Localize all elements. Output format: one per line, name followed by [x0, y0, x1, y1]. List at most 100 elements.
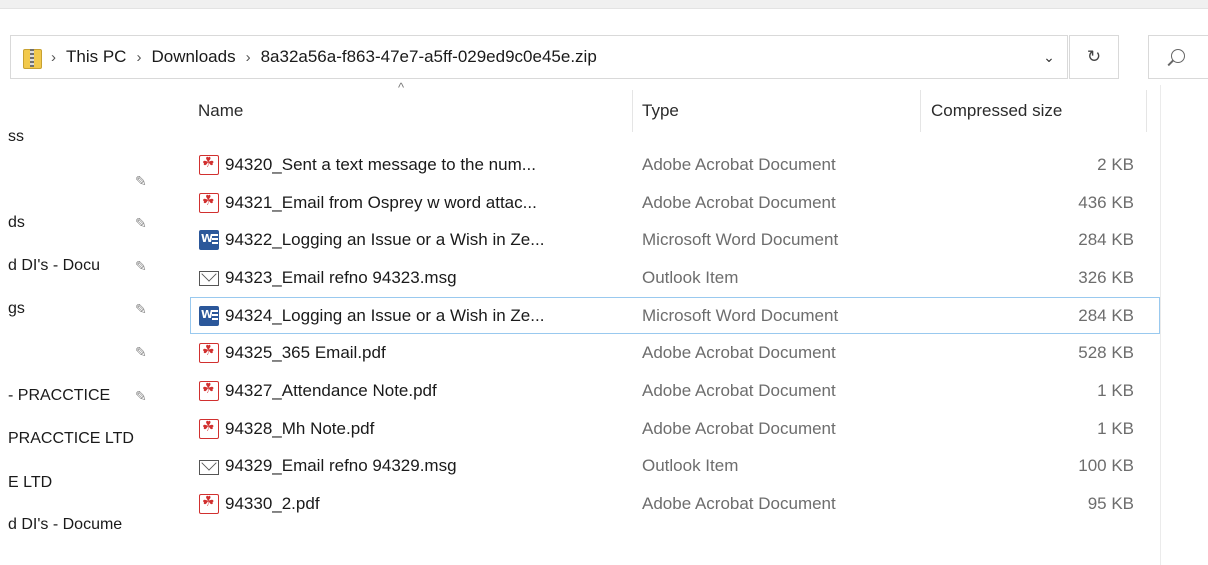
file-name: 94324_Logging an Issue or a Wish in Ze..…	[199, 298, 544, 334]
nav-item[interactable]: gs ✎	[0, 294, 170, 324]
file-type: Adobe Acrobat Document	[642, 154, 836, 174]
chevron-down-icon: ⌄	[1043, 48, 1055, 65]
nav-item[interactable]: PRACCTICE LTD	[0, 424, 170, 454]
zip-folder-icon	[23, 46, 42, 69]
column-divider[interactable]	[632, 90, 633, 132]
address-bar[interactable]: › This PC › Downloads › 8a32a56a-f863-47…	[10, 35, 1068, 79]
nav-item[interactable]: d DI's - Docume	[0, 510, 170, 540]
file-name-text: 94330_2.pdf	[225, 494, 320, 514]
file-name: 94321_Email from Osprey w word attac...	[199, 185, 537, 221]
file-row[interactable]: 94330_2.pdf Adobe Acrobat Document 95 KB	[190, 485, 1160, 523]
file-compressed-size: 1 KB	[1097, 380, 1134, 400]
pin-icon[interactable]: ✎	[135, 301, 147, 318]
breadcrumb-separator[interactable]: ›	[51, 49, 56, 66]
file-row[interactable]: 94328_Mh Note.pdf Adobe Acrobat Document 1…	[190, 410, 1160, 448]
column-divider[interactable]	[1146, 90, 1147, 132]
nav-item[interactable]: E LTD	[0, 468, 170, 498]
file-name-text: 94321_Email from Osprey w word attac...	[225, 192, 537, 212]
file-compressed-size: 284 KB	[1078, 230, 1134, 250]
pin-icon[interactable]: ✎	[135, 173, 147, 190]
file-type: Adobe Acrobat Document	[642, 343, 836, 363]
nav-item[interactable]: ss	[0, 122, 170, 152]
file-name-text: 94323_Email refno 94323.msg	[225, 267, 457, 287]
pdf-icon	[199, 380, 219, 401]
breadcrumb-separator[interactable]: ›	[136, 49, 141, 66]
pdf-icon	[199, 154, 219, 175]
file-name: 94322_Logging an Issue or a Wish in Ze..…	[199, 222, 544, 258]
window-top-edge	[0, 0, 1208, 9]
pin-icon[interactable]: ✎	[135, 258, 147, 275]
navigation-pane: ss ✎ ds ✎ d DI's - Docu ✎ gs ✎ ✎ - PRACCTIC…	[0, 90, 170, 565]
file-list: 94320_Sent a text message to the num... A…	[190, 146, 1160, 523]
file-name-text: 94329_Email refno 94329.msg	[225, 456, 457, 476]
file-row[interactable]: 94325_365 Email.pdf Adobe Acrobat Documen…	[190, 334, 1160, 372]
file-name: 94327_Attendance Note.pdf	[199, 373, 437, 409]
pdf-icon	[199, 342, 219, 364]
file-row[interactable]: 94323_Email refno 94323.msg Outlook Item 3…	[190, 259, 1160, 297]
pin-icon[interactable]: ✎	[135, 388, 147, 405]
address-history-button[interactable]: ⌄	[1030, 35, 1068, 79]
file-row[interactable]: 94322_Logging an Issue or a Wish in Ze..…	[190, 221, 1160, 259]
file-compressed-size: 100 KB	[1078, 456, 1134, 476]
file-row[interactable]: 94327_Attendance Note.pdf Adobe Acrobat D…	[190, 372, 1160, 410]
file-name: 94320_Sent a text message to the num...	[199, 147, 536, 183]
column-header-compressed-size[interactable]: Compressed size	[931, 92, 1141, 130]
column-divider[interactable]	[920, 90, 921, 132]
file-compressed-size: 2 KB	[1097, 154, 1134, 174]
file-row[interactable]: 94321_Email from Osprey w word attac... A…	[190, 184, 1160, 222]
file-name: 94328_Mh Note.pdf	[199, 411, 374, 447]
file-type: Outlook Item	[642, 456, 739, 476]
file-compressed-size: 436 KB	[1078, 192, 1134, 212]
file-row[interactable]: 94329_Email refno 94329.msg Outlook Item 1…	[190, 448, 1160, 486]
pin-icon[interactable]: ✎	[135, 344, 147, 361]
breadcrumb-downloads[interactable]: Downloads	[151, 47, 235, 67]
breadcrumb-separator[interactable]: ›	[246, 49, 251, 66]
pdf-icon	[199, 192, 219, 213]
nav-item[interactable]: - PRACCTICE ✎	[0, 381, 170, 411]
file-name-text: 94324_Logging an Issue or a Wish in Ze..…	[225, 305, 545, 325]
pane-divider	[1160, 85, 1161, 565]
file-name: 94330_2.pdf	[199, 486, 320, 522]
nav-item[interactable]: ds ✎	[0, 208, 170, 238]
file-name-text: 94325_365 Email.pdf	[225, 343, 386, 363]
column-header-name[interactable]: Name	[198, 92, 628, 130]
column-header-type[interactable]: Type	[642, 92, 912, 130]
file-name: 94325_365 Email.pdf	[199, 335, 386, 371]
pdf-icon	[199, 493, 219, 515]
nav-item[interactable]: ✎	[0, 337, 170, 367]
file-name-text: 94327_Attendance Note.pdf	[225, 380, 437, 400]
nav-item[interactable]: d DI's - Docu ✎	[0, 251, 170, 281]
refresh-icon: ↻	[1086, 47, 1102, 66]
search-box[interactable]	[1148, 35, 1208, 79]
file-type: Outlook Item	[642, 267, 739, 287]
file-compressed-size: 95 KB	[1087, 494, 1134, 514]
file-row[interactable]: 94320_Sent a text message to the num... A…	[190, 146, 1160, 184]
word-document-icon	[199, 230, 219, 251]
pin-icon[interactable]: ✎	[135, 215, 147, 232]
file-name-text: 94322_Logging an Issue or a Wish in Ze..…	[225, 230, 545, 250]
mail-icon	[199, 459, 219, 475]
file-type: Adobe Acrobat Document	[642, 494, 836, 514]
breadcrumb-zip-file[interactable]: 8a32a56a-f863-47e7-a5ff-029ed9c0e45e.zip	[261, 47, 597, 67]
file-row[interactable]: 94324_Logging an Issue or a Wish in Ze..…	[190, 296, 1160, 335]
mail-icon	[199, 271, 219, 287]
file-name-text: 94328_Mh Note.pdf	[225, 418, 375, 438]
file-compressed-size: 528 KB	[1078, 343, 1134, 363]
file-type: Microsoft Word Document	[642, 305, 839, 325]
file-compressed-size: 284 KB	[1078, 305, 1134, 325]
file-name-text: 94320_Sent a text message to the num...	[225, 154, 536, 174]
file-compressed-size: 1 KB	[1097, 418, 1134, 438]
file-type: Adobe Acrobat Document	[642, 418, 836, 438]
file-name: 94323_Email refno 94323.msg	[199, 260, 457, 296]
file-type: Adobe Acrobat Document	[642, 380, 836, 400]
file-type: Adobe Acrobat Document	[642, 192, 836, 212]
search-icon	[1171, 49, 1185, 63]
file-type: Microsoft Word Document	[642, 230, 839, 250]
breadcrumb-this-pc[interactable]: This PC	[66, 47, 126, 67]
refresh-button[interactable]: ↻	[1069, 35, 1119, 79]
pdf-icon	[199, 418, 219, 439]
file-name: 94329_Email refno 94329.msg	[199, 449, 457, 485]
file-compressed-size: 326 KB	[1078, 267, 1134, 287]
word-document-icon	[199, 305, 219, 326]
nav-item[interactable]: ✎	[0, 166, 170, 196]
